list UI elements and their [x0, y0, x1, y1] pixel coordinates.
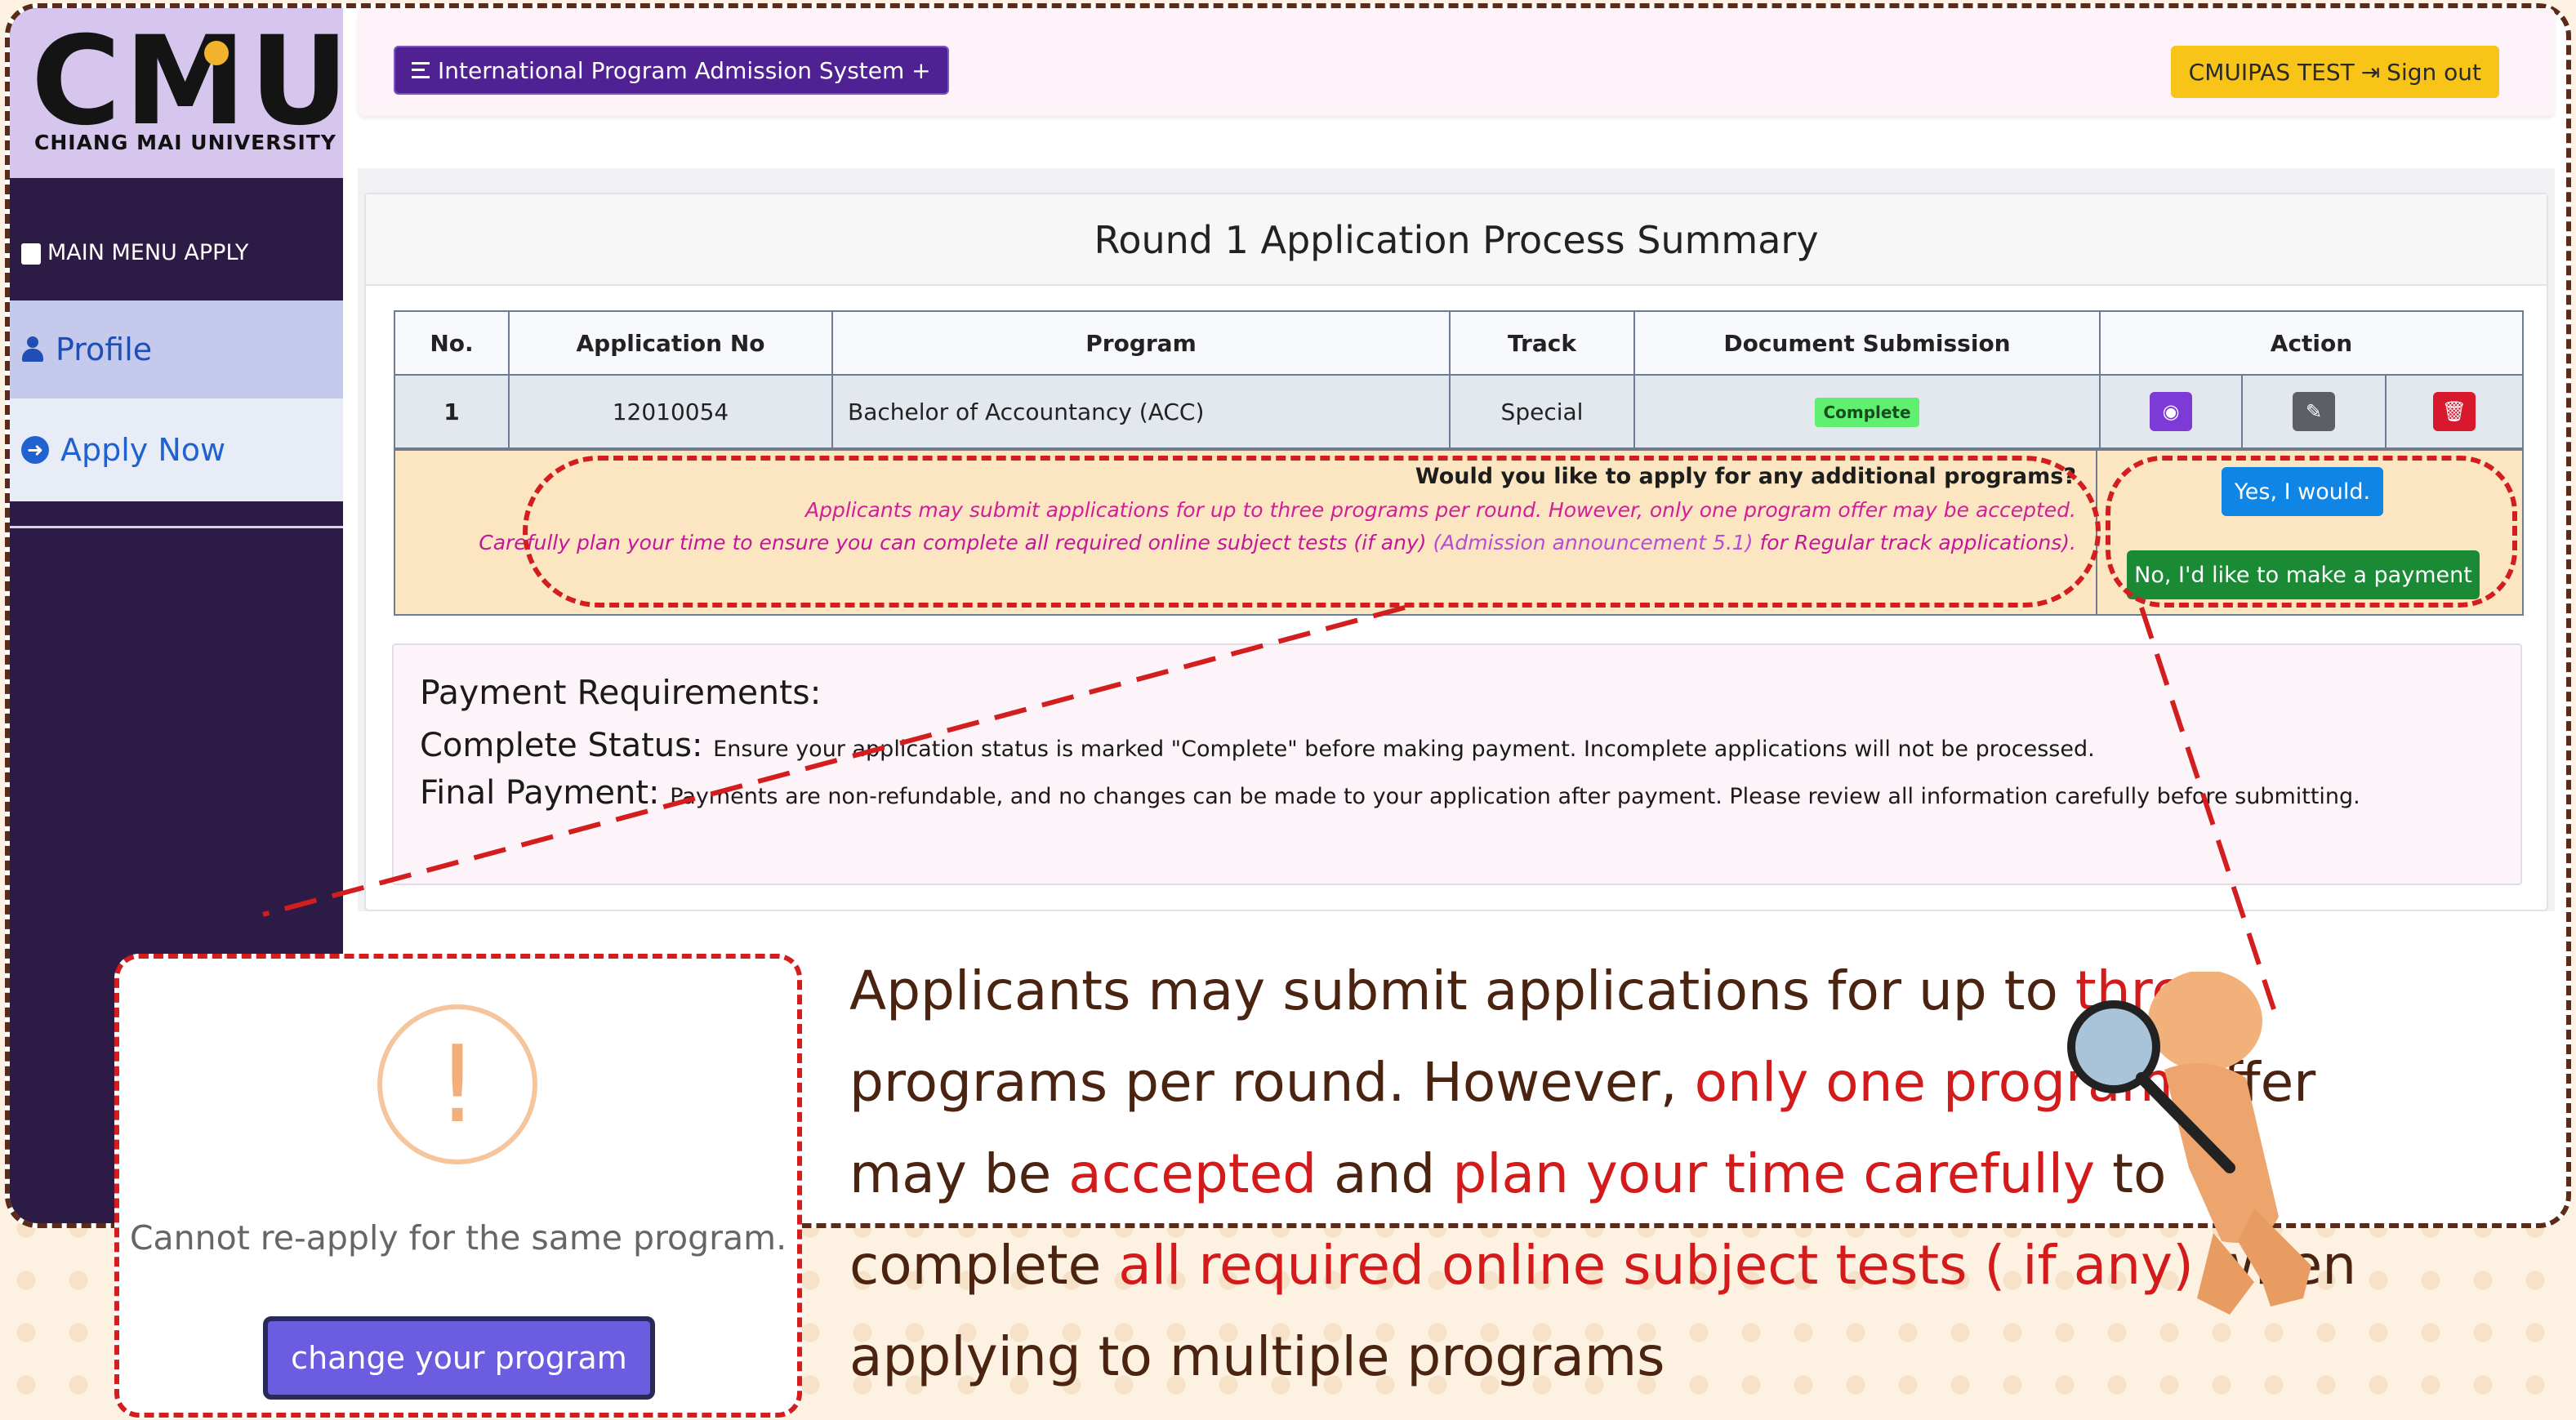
caption-text: Applicants may submit applications for u… [849, 959, 2075, 1022]
warning-dialog: ! Cannot re-apply for the same program. … [114, 954, 802, 1418]
caption-highlight: all required online subject tests ( if a… [1118, 1234, 2194, 1297]
exclamation-icon: ! [377, 1004, 537, 1164]
caption-text: programs per round. However, [849, 1051, 1695, 1114]
caption-highlight: accepted [1068, 1142, 1317, 1205]
caption-text: and [1317, 1142, 1453, 1205]
figure-head [2148, 972, 2262, 1071]
change-program-button[interactable]: change your program [263, 1316, 655, 1400]
dialog-message: Cannot re-apply for the same program. [129, 1218, 787, 1258]
caption-highlight: plan your time carefully [1452, 1142, 2096, 1205]
callout-line-left [262, 605, 1406, 917]
magnifier-figure-illustration [2067, 972, 2311, 1315]
